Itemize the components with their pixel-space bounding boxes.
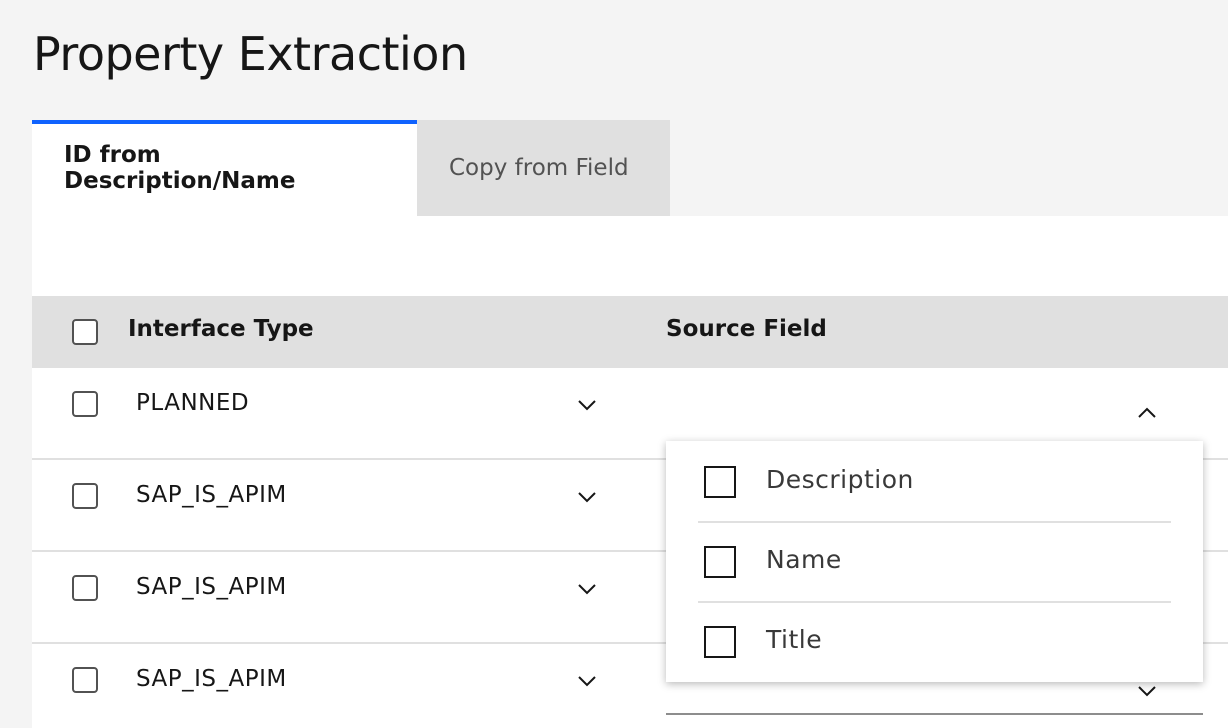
interface-type-value: PLANNED — [136, 390, 250, 416]
table-header: Interface Type Source Field — [32, 296, 1228, 368]
column-header-source-field: Source Field — [666, 316, 827, 342]
option-title[interactable]: Title — [698, 602, 1171, 682]
option-description[interactable]: Description — [698, 441, 1171, 521]
chevron-up-icon[interactable] — [1135, 401, 1159, 425]
interface-type-value: SAP_IS_APIM — [136, 574, 287, 600]
tab-copy-from-field[interactable]: Copy from Field — [417, 120, 670, 216]
tab-id-from-description-name[interactable]: ID from Description/Name — [32, 120, 417, 216]
chevron-down-icon[interactable] — [575, 393, 599, 417]
option-label: Name — [766, 545, 842, 574]
option-checkbox[interactable] — [704, 626, 736, 658]
select-all-checkbox[interactable] — [72, 319, 98, 345]
column-header-interface-type: Interface Type — [128, 316, 314, 342]
source-field-dropdown-menu: Description Name Title — [666, 441, 1203, 682]
row-checkbox[interactable] — [72, 483, 98, 509]
page-title: Property Extraction — [33, 27, 468, 81]
chevron-down-icon[interactable] — [575, 485, 599, 509]
tab-list: ID from Description/Name Copy from Field — [32, 120, 670, 216]
interface-type-value: SAP_IS_APIM — [136, 482, 287, 508]
source-field-underline — [666, 713, 1203, 715]
option-label: Description — [766, 465, 914, 494]
option-checkbox[interactable] — [704, 546, 736, 578]
option-checkbox[interactable] — [704, 466, 736, 498]
option-name[interactable]: Name — [698, 522, 1171, 602]
option-label: Title — [766, 625, 823, 654]
chevron-down-icon[interactable] — [1135, 679, 1159, 703]
row-checkbox[interactable] — [72, 667, 98, 693]
chevron-down-icon[interactable] — [575, 669, 599, 693]
interface-type-value: SAP_IS_APIM — [136, 666, 287, 692]
chevron-down-icon[interactable] — [575, 577, 599, 601]
row-checkbox[interactable] — [72, 391, 98, 417]
row-checkbox[interactable] — [72, 575, 98, 601]
